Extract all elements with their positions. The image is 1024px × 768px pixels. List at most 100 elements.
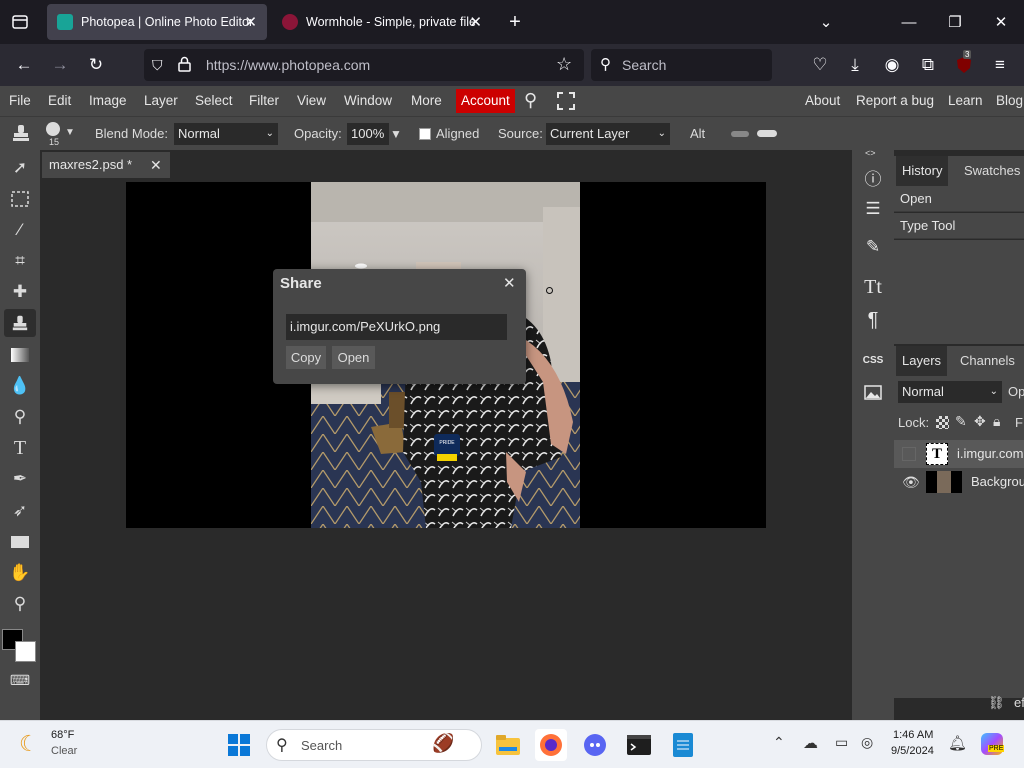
discord-icon[interactable]	[579, 729, 611, 761]
weather-moon-icon[interactable]: ☾	[19, 731, 39, 757]
open-button[interactable]: Open	[332, 346, 375, 369]
move-tool-icon[interactable]: ➚	[4, 154, 36, 182]
maximize-button[interactable]: ❐	[932, 0, 978, 44]
minimize-button[interactable]: —	[886, 0, 932, 44]
css-icon[interactable]: CSS	[856, 345, 890, 375]
type-tool-icon[interactable]: T	[4, 434, 36, 462]
opacity-input[interactable]: 100%	[347, 123, 389, 145]
info-icon[interactable]: ⓘ	[856, 162, 890, 192]
close-tab-icon[interactable]: ✕	[469, 13, 482, 31]
menu-window[interactable]: Window	[344, 86, 392, 116]
blend-mode-select[interactable]: Normal ⌄	[174, 123, 278, 145]
downloads-icon[interactable]: ⤓	[840, 50, 870, 80]
layer-name[interactable]: i.imgur.com	[957, 446, 1023, 461]
adjustments-icon[interactable]: ☰	[856, 194, 890, 224]
blur-tool-icon[interactable]: 💧	[4, 372, 36, 400]
visibility-toggle-empty[interactable]	[902, 447, 916, 461]
menu-edit[interactable]: Edit	[48, 86, 71, 116]
lock-pixels-icon[interactable]: ✎	[955, 413, 967, 430]
fullscreen-icon[interactable]	[557, 92, 575, 115]
onedrive-icon[interactable]: ☁	[803, 734, 818, 752]
rectangle-tool-icon[interactable]	[4, 528, 36, 556]
character-icon[interactable]: Tt	[856, 272, 890, 302]
menu-layer[interactable]: Layer	[144, 86, 178, 116]
copilot-icon[interactable]: PRE	[981, 733, 1005, 755]
new-tab-button[interactable]: +	[492, 0, 538, 44]
tracking-shield-icon[interactable]: ⛉	[152, 57, 163, 74]
network-icon[interactable]: ◎	[861, 734, 873, 751]
background-color-swatch[interactable]	[15, 641, 36, 662]
account-icon[interactable]: ◉	[877, 50, 907, 80]
crop-tool-icon[interactable]: ⌗	[4, 247, 36, 275]
link-layers-icon[interactable]: ⛓	[988, 695, 1005, 711]
close-dialog-icon[interactable]: ✕	[503, 274, 516, 292]
taskbar-search-box[interactable]: ⚲ Search 🏈	[266, 729, 482, 761]
document-tab[interactable]: maxres2.psd * ✕	[42, 152, 170, 178]
clone-stamp-preset-icon[interactable]	[11, 123, 31, 148]
clock-time[interactable]: 1:46 AM	[893, 729, 933, 741]
list-all-tabs-chevron-icon[interactable]: ⌄	[803, 0, 849, 44]
source-select[interactable]: Current Layer ⌄	[546, 123, 670, 145]
tab-list-icon[interactable]	[0, 0, 40, 44]
report-bug-link[interactable]: Report a bug	[856, 86, 934, 116]
terminal-icon[interactable]	[623, 729, 655, 761]
clone-stamp-tool-icon[interactable]	[4, 309, 36, 337]
reload-icon[interactable]: ↻	[81, 50, 111, 80]
display-icon[interactable]: ▭	[835, 734, 848, 751]
browser-tab-photopea[interactable]: Photopea | Online Photo Editor ✕	[47, 4, 267, 40]
pen-tool-icon[interactable]: ✒	[4, 465, 36, 493]
menu-filter[interactable]: Filter	[249, 86, 279, 116]
close-document-icon[interactable]: ✕	[150, 152, 162, 178]
brush-settings-icon[interactable]: ✎	[856, 232, 890, 262]
back-arrow-icon[interactable]: ←	[9, 50, 39, 80]
windows-start-icon[interactable]	[223, 729, 255, 761]
forward-arrow-icon[interactable]: →	[45, 50, 75, 80]
menu-more[interactable]: More	[411, 86, 442, 116]
magic-wand-tool-icon[interactable]: ⁄	[4, 216, 36, 244]
image-icon[interactable]	[856, 377, 890, 407]
browser-tab-wormhole[interactable]: Wormhole - Simple, private file ✕	[272, 4, 492, 40]
show-hidden-icons-chevron-icon[interactable]: ⌃	[773, 734, 785, 751]
lock-transparency-icon[interactable]	[936, 416, 949, 429]
toggle-off-icon[interactable]	[731, 131, 749, 137]
ublock-icon[interactable]: 3	[949, 50, 979, 80]
collapse-panels-toggle[interactable]: <>	[865, 148, 876, 158]
brush-dropdown-icon[interactable]: ▼	[65, 127, 75, 138]
hand-tool-icon[interactable]: ✋	[4, 559, 36, 587]
layer-name[interactable]: Background	[971, 474, 1024, 489]
weather-description[interactable]: Clear	[51, 745, 77, 757]
effects-label[interactable]: ef	[1014, 695, 1024, 710]
notepad-icon[interactable]	[667, 729, 699, 761]
share-link-input[interactable]: i.imgur.com/PeXUrkO.png	[286, 314, 507, 340]
gradient-tool-icon[interactable]	[4, 341, 36, 369]
paragraph-icon[interactable]: ¶	[856, 305, 890, 335]
url-text[interactable]: https://www.photopea.com	[206, 57, 370, 73]
firefox-icon[interactable]	[535, 729, 567, 761]
menu-select[interactable]: Select	[195, 86, 233, 116]
about-link[interactable]: About	[805, 86, 840, 116]
clock-date[interactable]: 9/5/2024	[891, 745, 934, 757]
keyboard-icon[interactable]: ⌨	[4, 666, 36, 694]
menu-image[interactable]: Image	[89, 86, 127, 116]
close-tab-icon[interactable]: ✕	[244, 13, 257, 31]
marquee-tool-icon[interactable]	[4, 185, 36, 213]
account-button[interactable]: Account	[456, 89, 515, 113]
zoom-tool-icon[interactable]: ⚲	[4, 590, 36, 618]
lock-position-icon[interactable]: ✥	[974, 413, 986, 430]
file-explorer-icon[interactable]	[492, 729, 524, 761]
pocket-icon[interactable]: ♡	[805, 50, 835, 80]
aligned-checkbox[interactable]	[419, 128, 431, 140]
lock-all-icon[interactable]: 🔒︎	[993, 413, 1000, 430]
tab-layers[interactable]: Layers	[896, 346, 948, 376]
history-entry[interactable]: Open	[894, 186, 1024, 212]
search-icon[interactable]: ⚲	[524, 90, 537, 111]
search-input[interactable]: ⚲ Search	[591, 49, 772, 81]
tab-history[interactable]: History	[896, 156, 949, 186]
menu-view[interactable]: View	[297, 86, 326, 116]
learn-link[interactable]: Learn	[948, 86, 983, 116]
menu-file[interactable]: File	[9, 86, 31, 116]
layer-blend-select[interactable]: Normal ⌄	[898, 381, 1002, 403]
brush-tip-icon[interactable]	[46, 122, 60, 136]
healing-tool-icon[interactable]: ✚	[4, 278, 36, 306]
layer-row-text[interactable]: T i.imgur.com	[894, 440, 1024, 468]
